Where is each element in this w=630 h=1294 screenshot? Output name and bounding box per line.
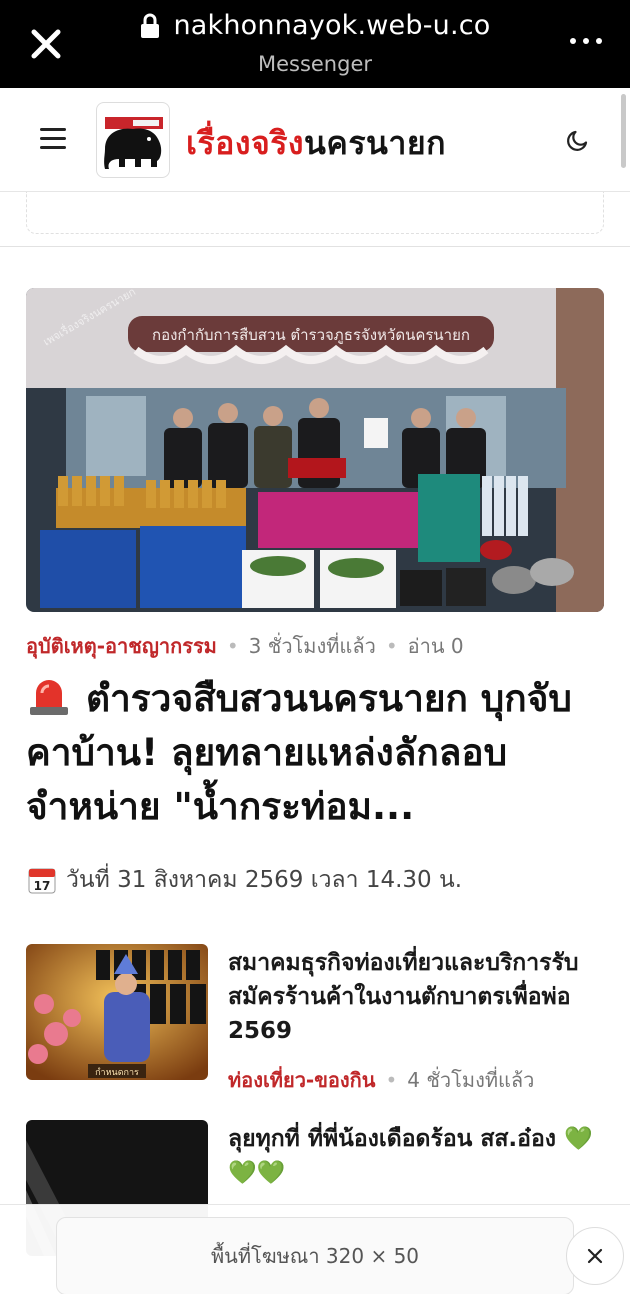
temple-ceremony-thumbnail: กำหนดการ [26,944,208,1080]
site-title[interactable]: เรื่องจริงนครนายก [186,118,446,169]
dark-mode-icon[interactable] [566,128,590,152]
featured-meta: อุบัติเหตุ-อาชญากรรม • 3 ชั่วโมงที่แล้ว • อ่… [26,634,464,658]
url-area[interactable]: nakhonnayok.web-u.co [0,10,630,43]
more-options-icon[interactable] [570,38,602,44]
featured-image[interactable]: กองกำกับการสืบสวน ตำรวจภูธรจังหวัดนครนาย… [26,288,604,612]
menu-icon[interactable] [40,128,66,150]
police-press-photo: กองกำกับการสืบสวน ตำรวจภูธรจังหวัดนครนาย… [26,288,604,612]
featured-headline[interactable]: ตำรวจสืบสวนนครนายก บุกจับคาบ้าน! ลุยทลาย… [26,672,606,840]
featured-time: 3 ชั่วโมงที่แล้ว [248,634,376,658]
lock-icon [141,13,160,38]
elephant-logo-icon [104,117,163,169]
thumb-caption: กำหนดการ [95,1067,139,1078]
bottom-ad-bar: พื้นที่โฆษณา 320 × 50 [0,1204,630,1294]
ad-close-button[interactable] [566,1227,624,1285]
ad-label: พื้นที่โฆษณา 320 × 50 [210,1244,420,1268]
article-title-link[interactable]: ลุยทุกที่ ที่พี่น้องเดือดร้อน สส.อ๋อง 💚💚… [228,1122,608,1190]
close-icon [587,1248,603,1264]
featured-reads: อ่าน 0 [407,634,464,658]
featured-headline-text: ตำรวจสืบสวนนครนายก บุกจับคาบ้าน! ลุยทลาย… [26,677,572,828]
browser-top-bar: nakhonnayok.web-u.co Messenger [0,0,630,88]
article-time: 4 ชั่วโมงที่แล้ว [407,1068,535,1092]
site-header: เรื่องจริงนครนายก [0,88,630,192]
top-ad-placeholder [26,192,604,234]
browser-subtitle: Messenger [257,52,373,76]
featured-category-link[interactable]: อุบัติเหตุ-อาชญากรรม [26,634,217,658]
site-title-dark: นครนายก [304,124,446,162]
siren-icon [30,680,68,715]
article-category-link[interactable]: ท่องเที่ยว-ของกิน [228,1068,375,1092]
article-title-link[interactable]: สมาคมธุรกิจท่องเที่ยวและบริการรับสมัครร้… [228,946,608,1048]
bottom-ad-placeholder[interactable]: พื้นที่โฆษณา 320 × 50 [56,1217,574,1294]
site-logo[interactable] [96,102,170,178]
calendar-icon: 17 [28,868,56,894]
divider [0,246,630,247]
banner-text: กองกำกับการสืบสวน ตำรวจภูธรจังหวัดนครนาย… [152,326,470,344]
svg-text:17: 17 [34,879,51,893]
url-text: nakhonnayok.web-u.co [173,10,491,41]
article-thumbnail[interactable]: กำหนดการ [26,944,208,1080]
site-title-red: เรื่องจริง [186,124,305,162]
featured-date-row: 17 วันที่ 31 สิงหาคม 2569 เวลา 14.30 น. [28,862,462,898]
page-scrollbar[interactable] [621,94,626,168]
featured-date-text: วันที่ 31 สิงหาคม 2569 เวลา 14.30 น. [66,867,463,893]
article-meta: ท่องเที่ยว-ของกิน • 4 ชั่วโมงที่แล้ว [228,1068,535,1092]
